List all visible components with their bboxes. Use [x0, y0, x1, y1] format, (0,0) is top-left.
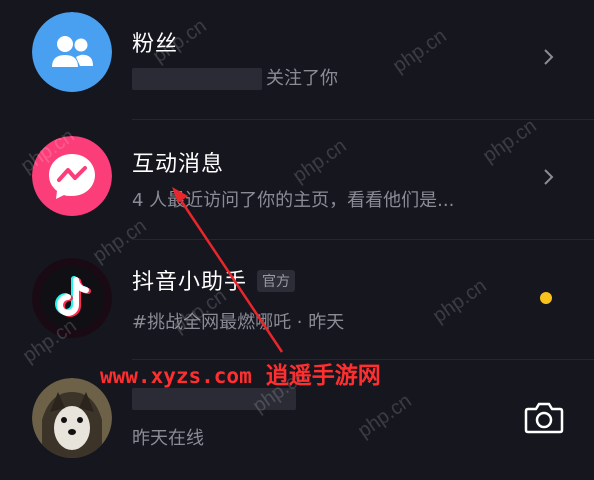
- annotation-site-name: 逍遥手游网: [265, 363, 381, 389]
- row-title-text: 抖音小助手: [132, 270, 248, 295]
- chevron-right-icon[interactable]: [540, 48, 558, 66]
- chevron-right-icon[interactable]: [540, 168, 558, 186]
- message-row-fans[interactable]: 粉丝 关注了你: [0, 0, 594, 120]
- blurred-username: [132, 388, 296, 410]
- row-title: 粉丝: [132, 32, 179, 57]
- official-badge: 官方: [257, 270, 296, 292]
- message-bubble-icon: [32, 136, 112, 216]
- annotation-url: www.xyzs.com: [100, 364, 252, 388]
- fans-icon: [32, 12, 112, 92]
- row-title: 互动消息: [132, 152, 225, 177]
- unread-dot: [540, 292, 552, 304]
- annotation-label: www.xyzs.com 逍遥手游网: [100, 356, 381, 390]
- message-row-douyin-assistant[interactable]: 抖音小助手 官方 #挑战全网最燃哪吒 · 昨天: [0, 240, 594, 360]
- row-subtitle: #挑战全网最燃哪吒 · 昨天: [132, 312, 345, 333]
- row-subtitle: 关注了你: [132, 64, 338, 90]
- blurred-username: [132, 68, 262, 90]
- row-subtitle: 昨天在线: [132, 428, 204, 449]
- row-title-blurred: [132, 388, 300, 410]
- douyin-logo-icon: [32, 258, 112, 338]
- dog-avatar: [32, 378, 112, 458]
- subtitle-text: 关注了你: [266, 68, 338, 89]
- row-title: 抖音小助手 官方: [132, 264, 296, 296]
- message-row-interactions[interactable]: 互动消息 4 人最近访问了你的主页，看看他们是...: [0, 120, 594, 240]
- camera-icon[interactable]: [524, 400, 564, 434]
- row-subtitle: 4 人最近访问了你的主页，看看他们是...: [132, 190, 455, 211]
